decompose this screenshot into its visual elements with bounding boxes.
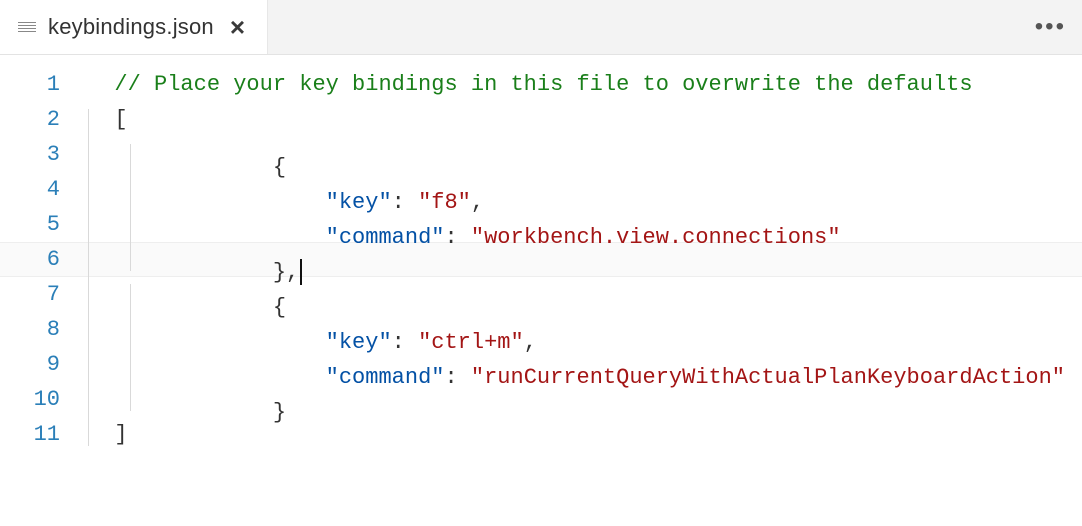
close-icon[interactable]: × bbox=[226, 14, 249, 40]
tab-keybindings[interactable]: keybindings.json × bbox=[0, 0, 268, 54]
line-number: 2 bbox=[0, 107, 88, 132]
line-number: 9 bbox=[0, 352, 88, 377]
line-number: 10 bbox=[0, 387, 88, 412]
token-comment: // Place your key bindings in this file … bbox=[114, 72, 972, 97]
line-number: 4 bbox=[0, 177, 88, 202]
line-number: 6 bbox=[0, 247, 88, 272]
code-editor[interactable]: 1 // Place your key bindings in this fil… bbox=[0, 55, 1082, 526]
line-number: 5 bbox=[0, 212, 88, 237]
line-number: 1 bbox=[0, 72, 88, 97]
line-number: 8 bbox=[0, 317, 88, 342]
code-line[interactable]: 10 } bbox=[0, 382, 1082, 417]
line-number: 7 bbox=[0, 282, 88, 307]
editor-window: keybindings.json × ••• 1 // Place your k… bbox=[0, 0, 1082, 526]
code-line[interactable]: 1 // Place your key bindings in this fil… bbox=[0, 67, 1082, 102]
tab-filename: keybindings.json bbox=[48, 14, 214, 40]
line-number: 11 bbox=[0, 422, 88, 447]
tab-overflow-icon[interactable]: ••• bbox=[1035, 0, 1066, 54]
code-line[interactable]: 11 ] bbox=[0, 417, 1082, 452]
tab-bar: keybindings.json × ••• bbox=[0, 0, 1082, 55]
file-icon bbox=[18, 18, 36, 36]
line-number: 3 bbox=[0, 142, 88, 167]
